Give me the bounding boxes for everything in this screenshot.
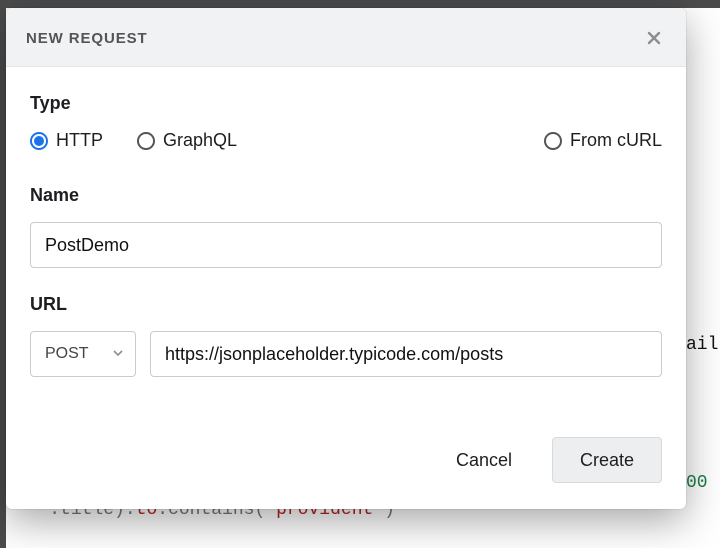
name-input[interactable]	[30, 222, 662, 268]
create-button-label: Create	[580, 450, 634, 471]
chevron-down-icon	[113, 345, 123, 363]
modal-footer: Cancel Create	[6, 413, 686, 509]
new-request-modal: NEW REQUEST Type HTTP GraphQL From cURL	[6, 8, 686, 509]
close-button[interactable]	[642, 26, 666, 50]
http-method-select[interactable]: POST	[30, 331, 136, 377]
url-input[interactable]	[150, 331, 662, 377]
cancel-button[interactable]: Cancel	[432, 437, 536, 483]
modal-header: NEW REQUEST	[6, 8, 686, 67]
radio-dot-icon	[30, 132, 48, 150]
modal-title: NEW REQUEST	[26, 30, 148, 47]
http-method-value: POST	[45, 345, 89, 363]
cancel-button-label: Cancel	[456, 450, 512, 471]
frame-top	[0, 0, 720, 8]
type-radio-http-label: HTTP	[56, 130, 103, 151]
type-radio-curl-label: From cURL	[570, 130, 662, 151]
url-label: URL	[30, 294, 662, 315]
radio-dot-icon	[137, 132, 155, 150]
type-radio-graphql[interactable]: GraphQL	[137, 130, 237, 151]
bg-right-1: ail	[686, 322, 720, 368]
create-button[interactable]: Create	[552, 437, 662, 483]
type-radio-group: HTTP GraphQL From cURL	[30, 130, 662, 151]
type-radio-http[interactable]: HTTP	[30, 130, 103, 151]
close-icon	[646, 30, 662, 46]
name-label: Name	[30, 185, 662, 206]
type-label: Type	[30, 93, 662, 114]
bg-right-2: 00	[686, 460, 720, 506]
radio-dot-icon	[544, 132, 562, 150]
type-radio-graphql-label: GraphQL	[163, 130, 237, 151]
type-radio-curl[interactable]: From cURL	[544, 130, 662, 151]
